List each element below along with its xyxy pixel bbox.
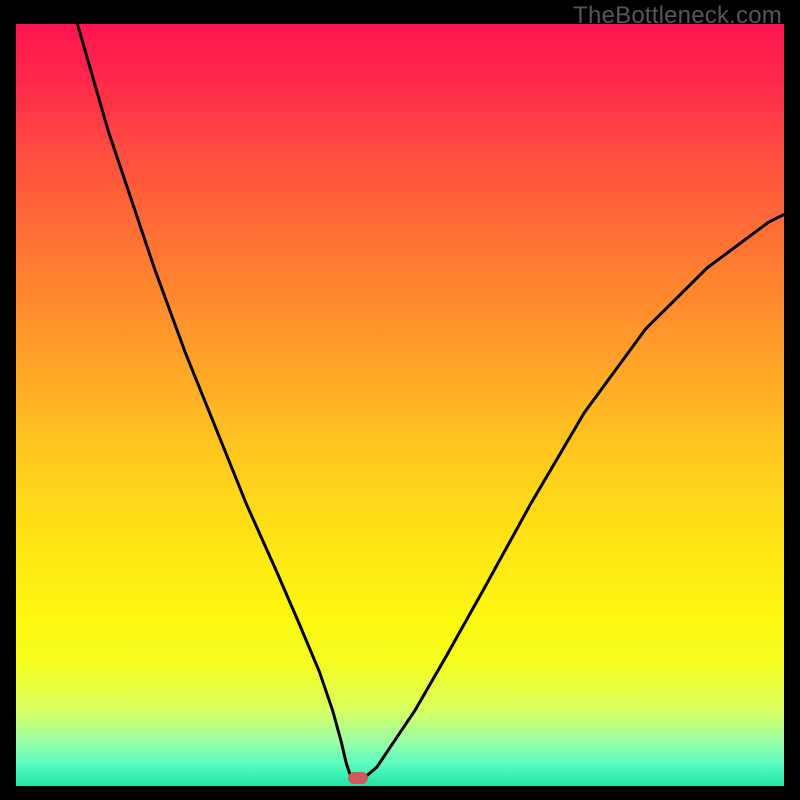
optimal-point-marker <box>348 772 368 784</box>
chart-area <box>16 24 784 786</box>
bottleneck-curve <box>16 24 784 786</box>
